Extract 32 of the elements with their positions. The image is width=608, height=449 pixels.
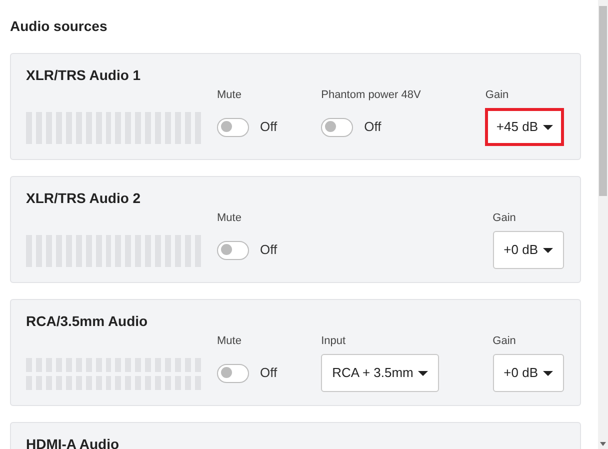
- caret-icon: [418, 370, 428, 376]
- source-title: XLR/TRS Audio 2: [26, 189, 142, 207]
- control-label: Input: [321, 334, 347, 348]
- scrollbar-thumb[interactable]: [599, 6, 607, 196]
- toggle-switch[interactable]: [321, 118, 354, 136]
- caret-icon: [543, 248, 553, 252]
- control-label: Gain: [492, 334, 517, 348]
- toggle-state-text: Off: [260, 364, 278, 382]
- dropdown-select[interactable]: RCA + 3.5mm: [321, 354, 440, 392]
- control-label: Gain: [492, 211, 517, 225]
- dropdown-select[interactable]: +45 dB: [485, 108, 564, 146]
- toggle-state-text: Off: [260, 118, 278, 136]
- caret-icon: [543, 370, 553, 376]
- scroll-down-icon[interactable]: [600, 442, 606, 446]
- toggle-switch[interactable]: [217, 240, 249, 260]
- dropdown-select[interactable]: +0 dB: [492, 231, 564, 269]
- toggle-state-text: Off: [364, 118, 382, 136]
- control-label: Gain: [485, 88, 510, 102]
- control-label: Mute: [217, 88, 242, 102]
- control-label: Mute: [217, 211, 242, 225]
- toggle-switch[interactable]: [217, 364, 249, 382]
- dropdown-select[interactable]: +0 dB: [492, 354, 564, 392]
- source-title: RCA/3.5mm Audio: [26, 312, 149, 330]
- source-title: HDMI-A Audio: [26, 435, 120, 449]
- caret-icon: [543, 124, 553, 130]
- source-title: XLR/TRS Audio 1: [26, 66, 142, 84]
- control-label: Mute: [217, 334, 242, 348]
- toggle-state-text: Off: [260, 241, 278, 260]
- section-heading: Audio sources: [10, 17, 108, 36]
- control-label: Phantom power 48V: [321, 88, 421, 102]
- scrollbar[interactable]: [598, 0, 608, 449]
- toggle-switch[interactable]: [217, 118, 249, 136]
